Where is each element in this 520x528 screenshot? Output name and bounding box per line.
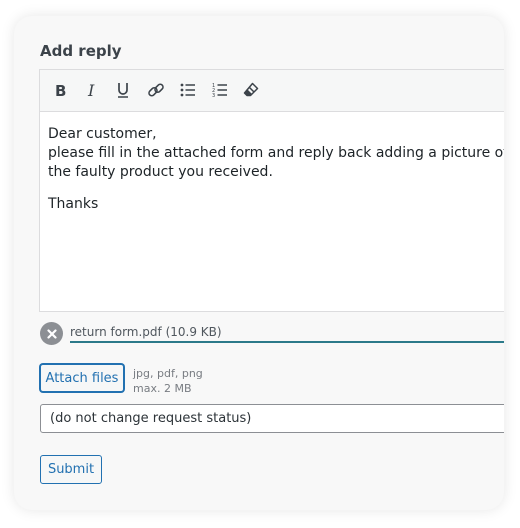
status-selected-value: (do not change request status)	[50, 411, 252, 426]
remove-attachment-button[interactable]	[40, 322, 63, 345]
upload-progress-line	[70, 341, 504, 343]
editor-line: Dear customer,	[48, 126, 157, 142]
link-icon	[148, 83, 164, 97]
attach-hint: jpg, pdf, png max. 2 MB	[133, 366, 203, 396]
reply-card: Add reply B I 1 2 3 Dear customer, pleas…	[14, 16, 504, 510]
editor-toolbar: B I 1 2 3	[40, 70, 504, 112]
italic-button[interactable]: I	[80, 78, 104, 102]
bulleted-list-button[interactable]	[176, 78, 200, 102]
request-status-select[interactable]: (do not change request status)	[40, 404, 504, 433]
submit-button[interactable]: Submit	[40, 455, 102, 484]
eraser-icon	[243, 82, 259, 97]
underline-icon	[118, 83, 128, 98]
editor-content[interactable]: Dear customer, please fill in the attach…	[48, 125, 504, 214]
svg-text:3: 3	[212, 93, 215, 98]
svg-text:B: B	[55, 82, 66, 98]
close-icon	[46, 328, 57, 339]
form-title: Add reply	[40, 42, 122, 60]
attach-files-button[interactable]: Attach files	[40, 364, 124, 392]
editor-line: please fill in the attached form and rep…	[48, 145, 504, 161]
numbered-list-button[interactable]: 1 2 3	[208, 78, 232, 102]
attachment-file-name: return form.pdf (10.9 KB)	[70, 325, 222, 339]
allowed-file-types: jpg, pdf, png	[133, 367, 203, 380]
bulleted-list-icon	[180, 83, 195, 97]
rich-text-editor[interactable]: B I 1 2 3 Dear customer, please fill in …	[39, 69, 504, 312]
link-button[interactable]	[144, 78, 168, 102]
editor-line: the faulty product you received.	[48, 164, 273, 180]
bold-icon: B	[55, 82, 66, 98]
clear-formatting-button[interactable]	[239, 78, 263, 102]
editor-line: Thanks	[48, 196, 99, 212]
attached-file: return form.pdf (10.9 KB)	[39, 322, 504, 346]
max-file-size: max. 2 MB	[133, 382, 192, 395]
svg-text:I: I	[87, 82, 95, 98]
bold-button[interactable]: B	[48, 78, 72, 102]
underline-button[interactable]	[111, 78, 135, 102]
italic-icon: I	[87, 82, 95, 98]
numbered-list-icon: 1 2 3	[212, 83, 227, 98]
